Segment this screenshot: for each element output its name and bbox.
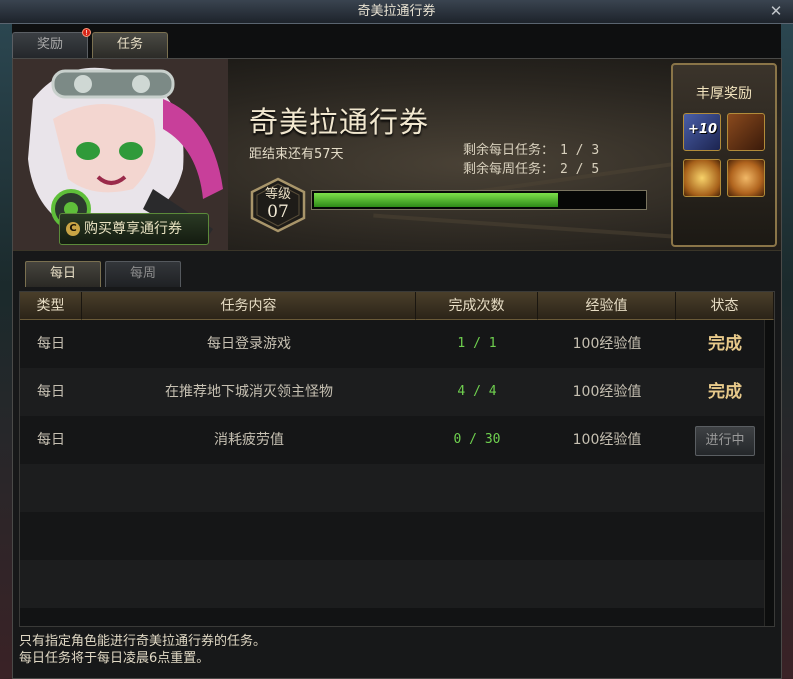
- footer-note-2: 每日任务将于每日凌晨6点重置。: [19, 651, 210, 666]
- row-status-cell: 进行中: [676, 416, 774, 464]
- reward-preview-panel: 丰厚奖励 +10: [671, 63, 777, 247]
- pass-banner: 奇美拉通行券 距结束还有57天 剩余每日任务： 1 / 3 剩余每周任务： 2 / …: [13, 59, 781, 251]
- alert-badge-icon: !: [82, 28, 92, 37]
- daily-remaining-label: 剩余每日任务：: [463, 143, 555, 158]
- level-badge: 等级 07: [249, 177, 307, 233]
- header-exp: 经验值: [538, 292, 676, 320]
- tab-rewards[interactable]: 奖励 !: [12, 28, 92, 58]
- weekly-remaining-value: 2 / 5: [560, 162, 600, 177]
- tab-missions-label: 任务: [117, 37, 144, 52]
- row-content: 每日登录游戏: [207, 336, 291, 352]
- row-content: 在推荐地下城消灭领主怪物: [165, 384, 333, 400]
- table-scrollbar[interactable]: [764, 320, 774, 626]
- header-type: 类型: [20, 292, 82, 320]
- daily-remaining-value: 1 / 3: [560, 143, 600, 158]
- daily-remaining: 剩余每日任务： 1 / 3: [463, 141, 599, 160]
- row-status-complete: 完成: [708, 382, 742, 402]
- tab-daily[interactable]: 每日: [25, 261, 102, 287]
- enhancement-card-icon[interactable]: +10: [683, 113, 721, 151]
- row-exp: 100经验值: [572, 432, 642, 448]
- row-exp: 100经验值: [572, 384, 642, 400]
- pass-title: 奇美拉通行券: [249, 105, 430, 139]
- row-count: 1 / 1: [457, 336, 497, 351]
- row-type: 每日: [37, 432, 65, 448]
- row-count: 0 / 30: [453, 432, 501, 447]
- row-content: 消耗疲劳值: [214, 432, 284, 448]
- banner-decoration: [373, 213, 673, 239]
- xp-progress-fill: [314, 193, 559, 207]
- row-exp: 100经验值: [572, 336, 642, 352]
- empty-row: [20, 512, 774, 560]
- buy-premium-pass-label: 购买尊享通行券: [84, 221, 182, 237]
- row-type: 每日: [37, 336, 65, 352]
- table-row: 每日 在推荐地下城消灭领主怪物 4 / 4 100经验值 完成: [20, 368, 774, 416]
- header-status: 状态: [676, 292, 774, 320]
- treasure-box-icon[interactable]: [727, 113, 765, 151]
- buy-premium-pass-button[interactable]: C 购买尊享通行券: [59, 213, 209, 245]
- mission-tab-bar: 每日 每周: [25, 261, 182, 287]
- tab-rewards-label: 奖励: [37, 37, 64, 52]
- header-content: 任务内容: [82, 292, 416, 320]
- task-stats: 剩余每日任务： 1 / 3 剩余每周任务： 2 / 5: [463, 141, 599, 179]
- level-label: 等级: [264, 187, 291, 202]
- row-count: 4 / 4: [457, 384, 497, 399]
- close-icon[interactable]: ✕: [767, 3, 785, 21]
- weekly-remaining: 剩余每周任务： 2 / 5: [463, 160, 599, 179]
- main-panel: 奇美拉通行券 距结束还有57天 剩余每日任务： 1 / 3 剩余每周任务： 2 / …: [12, 58, 782, 679]
- reward-title: 丰厚奖励: [696, 86, 752, 102]
- tab-daily-label: 每日: [50, 266, 77, 281]
- gift-box-icon[interactable]: [727, 159, 765, 197]
- right-edge-background: [781, 24, 793, 679]
- gold-lamp-icon[interactable]: [683, 159, 721, 197]
- in-progress-button[interactable]: 进行中: [695, 426, 755, 456]
- row-type: 每日: [37, 384, 65, 400]
- window-titlebar: 奇美拉通行券 ✕: [0, 0, 793, 24]
- top-tab-bar: 奖励 ! 任务: [12, 28, 169, 58]
- table-row: 每日 消耗疲劳值 0 / 30 100经验值 进行中: [20, 416, 774, 464]
- row-status-complete: 完成: [708, 334, 742, 354]
- xp-progress-bar: [311, 190, 647, 210]
- coin-icon: C: [66, 222, 80, 236]
- table-header: 类型 任务内容 完成次数 经验值 状态: [20, 292, 774, 320]
- remaining-time: 距结束还有57天: [249, 147, 344, 162]
- tab-weekly-label: 每周: [130, 266, 157, 281]
- level-value: 07: [267, 202, 289, 222]
- table-row: 每日 每日登录游戏 1 / 1 100经验值 完成: [20, 320, 774, 368]
- footer-notes: 只有指定角色能进行奇美拉通行券的任务。 每日任务将于每日凌晨6点重置。: [19, 633, 775, 667]
- weekly-remaining-label: 剩余每周任务：: [463, 162, 555, 177]
- mission-table: 类型 任务内容 完成次数 经验值 状态 每日 每日登录游戏 1 / 1 100经…: [19, 291, 775, 627]
- window-title: 奇美拉通行券: [357, 4, 436, 19]
- header-count: 完成次数: [416, 292, 538, 320]
- left-edge-background: [0, 24, 12, 679]
- enhancement-level-text: +10: [688, 122, 717, 137]
- footer-note-1: 只有指定角色能进行奇美拉通行券的任务。: [19, 634, 267, 649]
- tab-missions[interactable]: 任务: [92, 32, 169, 58]
- tab-weekly[interactable]: 每周: [105, 261, 182, 287]
- empty-row: [20, 560, 774, 608]
- empty-row: [20, 464, 774, 512]
